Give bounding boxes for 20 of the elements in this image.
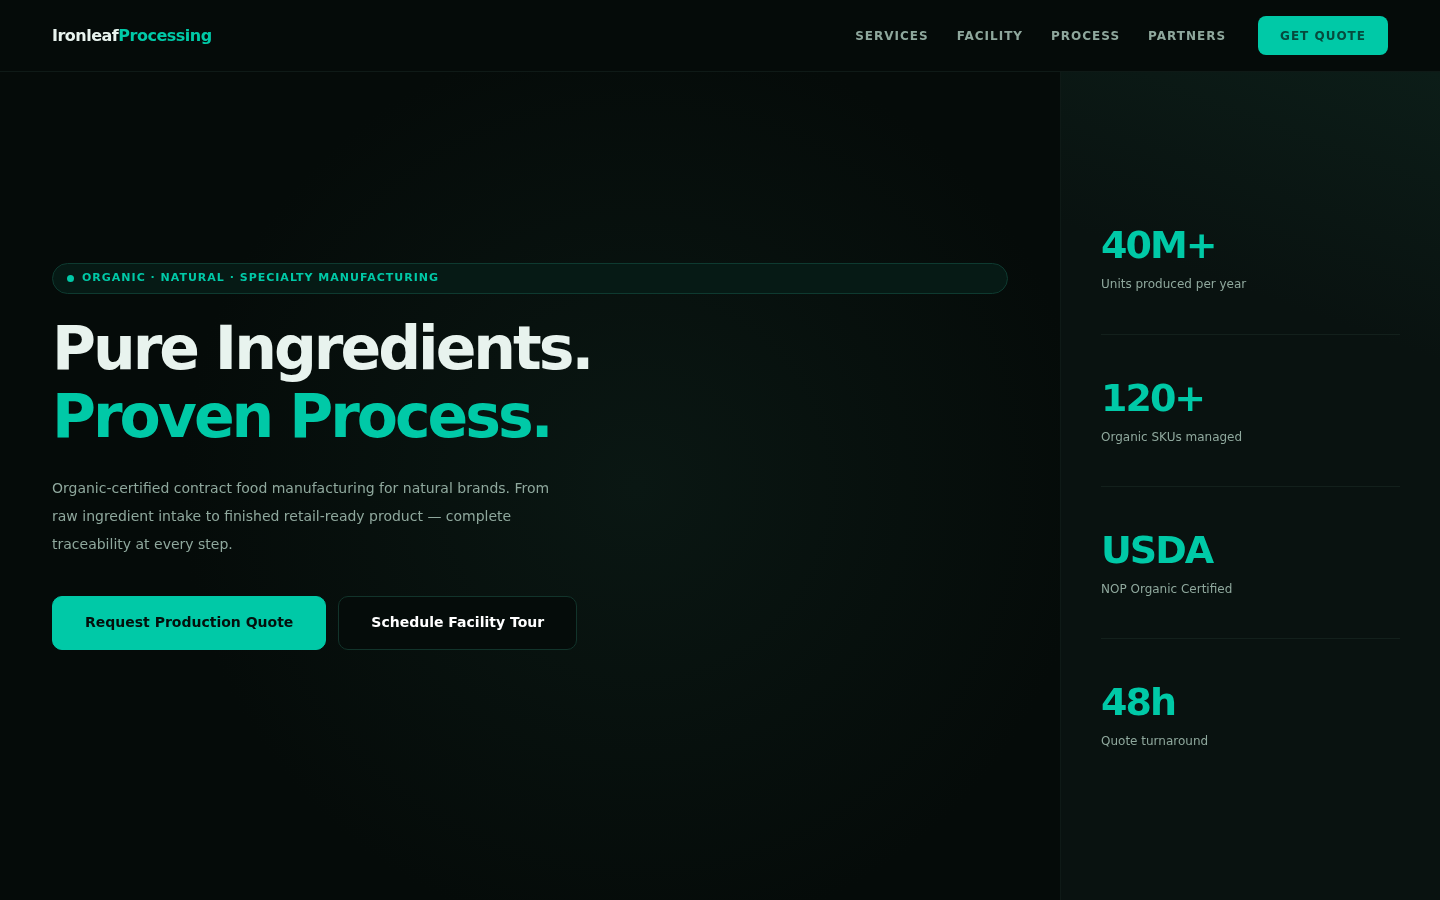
- stat-value: 48h: [1101, 679, 1175, 724]
- stat-label: Organic SKUs managed: [1101, 428, 1243, 446]
- nav-link[interactable]: PARTNERS: [1148, 26, 1227, 45]
- headline-accent: Proven Process.: [52, 381, 551, 450]
- stat-value: USDA: [1101, 527, 1213, 572]
- nav-link[interactable]: SERVICES: [855, 26, 929, 45]
- quote-button[interactable]: Request Production Quote: [52, 595, 327, 650]
- stat-value: 120+: [1101, 375, 1205, 420]
- stat-label: Units produced per year: [1101, 276, 1247, 293]
- tour-button[interactable]: Schedule Facility Tour: [338, 595, 578, 650]
- headline: Pure Ingredients.: [52, 313, 592, 382]
- logo[interactable]: IronleafProcessing: [52, 23, 212, 48]
- nav-link[interactable]: FACILITY: [956, 26, 1024, 45]
- stat-label: NOP Organic Certified: [1101, 580, 1233, 598]
- eyebrow-text: ORGANIC · NATURAL · SPECIALTY MANUFACTURING: [82, 269, 440, 286]
- get-quote-button[interactable]: GET QUOTE: [1258, 16, 1388, 55]
- stat-label: Quote turnaround: [1101, 732, 1209, 750]
- nav-link[interactable]: PROCESS: [1051, 26, 1121, 45]
- lead-paragraph: Organic-certified contract food manufacturing for natural brands. From raw ingredient intake to finished retail-ready product — complete traceability at every step.: [52, 478, 551, 554]
- stat-value: 40M+: [1101, 223, 1216, 267]
